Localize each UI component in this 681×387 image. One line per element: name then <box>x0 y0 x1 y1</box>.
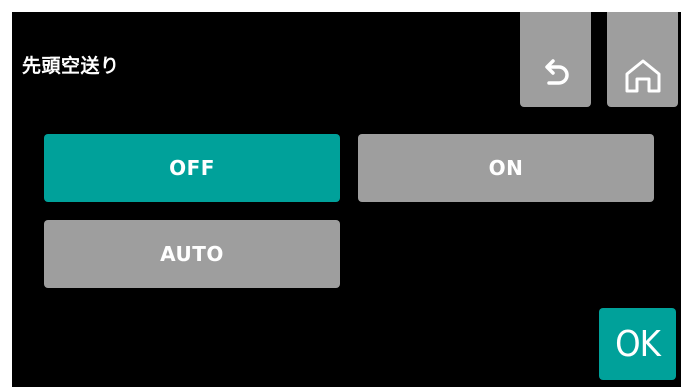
option-auto-button[interactable]: AUTO <box>44 220 340 288</box>
page-title: 先頭空送り <box>22 55 120 77</box>
back-button[interactable] <box>520 12 591 107</box>
undo-arrow-icon <box>544 59 569 85</box>
home-icon <box>625 59 660 93</box>
settings-screen: 先頭空送り OFF ON AUTO OK <box>12 12 681 387</box>
option-on-button[interactable]: ON <box>358 134 654 202</box>
home-button[interactable] <box>607 12 678 107</box>
option-off-button[interactable]: OFF <box>44 134 340 202</box>
ok-button[interactable]: OK <box>599 308 676 380</box>
